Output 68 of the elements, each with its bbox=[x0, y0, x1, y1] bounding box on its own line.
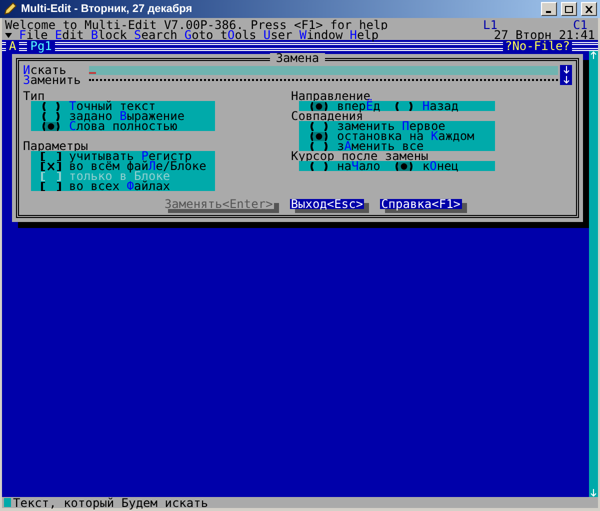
down-arrow-icon[interactable] bbox=[590, 489, 597, 497]
scroll-bar[interactable] bbox=[589, 51, 598, 497]
menu-item[interactable]: User bbox=[263, 30, 292, 40]
group-heading: Тип bbox=[23, 91, 46, 101]
field-label: Заменить bbox=[23, 75, 82, 85]
option-label: остановка на Каждом bbox=[337, 131, 474, 141]
menu-item[interactable]: Window bbox=[299, 30, 343, 40]
file-name: ?No-File? bbox=[502, 42, 572, 51]
radio-button[interactable] bbox=[41, 122, 61, 130]
line-indicator: L1 bbox=[483, 20, 498, 30]
checkbox[interactable] bbox=[41, 152, 61, 160]
radio-button[interactable] bbox=[309, 162, 329, 170]
option-label: вперЁд bbox=[337, 101, 380, 111]
column-indicator: C1 bbox=[573, 20, 588, 30]
option-label: во всех Файлах bbox=[69, 181, 170, 191]
up-arrow-icon[interactable] bbox=[590, 51, 597, 59]
maximize-button[interactable] bbox=[561, 2, 577, 16]
option-label: зАменить все bbox=[337, 141, 424, 151]
radio-button[interactable] bbox=[309, 142, 329, 150]
field-label: Искать bbox=[23, 65, 68, 75]
history-button[interactable] bbox=[560, 75, 572, 85]
page-indicator: Pg1 bbox=[27, 42, 55, 51]
option-label: кОнец bbox=[422, 161, 459, 171]
radio-button[interactable] bbox=[41, 112, 61, 120]
option-label: Слова полностью bbox=[69, 121, 178, 131]
option-label: заменить Первое bbox=[337, 121, 446, 131]
status-text: Текст, который Будем искать bbox=[13, 498, 208, 508]
minimize-button[interactable] bbox=[541, 2, 557, 16]
menu-item[interactable]: File bbox=[19, 30, 48, 40]
option-label: только в Блоке bbox=[69, 171, 170, 181]
window-title: Multi-Edit - Вторник, 27 декабря bbox=[21, 2, 194, 16]
dialog-title: Замена bbox=[270, 53, 326, 63]
option-label: во всём файЛе/Блоке bbox=[69, 161, 206, 171]
menu-item[interactable]: Help bbox=[350, 30, 379, 40]
checkbox[interactable] bbox=[41, 182, 61, 190]
group-heading: Направление bbox=[291, 91, 370, 101]
close-icon bbox=[585, 6, 593, 12]
checkbox[interactable] bbox=[41, 162, 61, 170]
pencil-icon bbox=[3, 2, 17, 16]
option-label: Назад bbox=[422, 101, 459, 111]
radio-button[interactable] bbox=[309, 102, 329, 110]
radio-button[interactable] bbox=[394, 162, 414, 170]
history-button[interactable] bbox=[560, 65, 572, 75]
welcome-text: Welcome to Multi-Edit V7.00P-386. Press <F1> for help bbox=[5, 20, 388, 30]
option-label: наЧало bbox=[337, 161, 380, 171]
menu-item[interactable]: Block bbox=[90, 30, 127, 40]
maximize-icon bbox=[565, 6, 573, 12]
radio-button[interactable] bbox=[41, 102, 61, 110]
close-button[interactable] bbox=[581, 2, 597, 16]
radio-button[interactable] bbox=[309, 122, 329, 130]
status-marker bbox=[4, 498, 11, 507]
option-label: задано Выражение bbox=[69, 111, 185, 121]
radio-button[interactable] bbox=[394, 102, 414, 110]
group-heading: Параметры bbox=[23, 141, 90, 151]
menu-icon[interactable] bbox=[5, 32, 12, 38]
option-label: Точный текст bbox=[69, 101, 156, 111]
menu-item[interactable]: tOols bbox=[220, 30, 256, 40]
menu-item[interactable]: Goto bbox=[184, 30, 214, 40]
option-label: учитывать Регистр bbox=[69, 151, 192, 161]
radio-button[interactable] bbox=[309, 132, 329, 140]
menu-item[interactable]: Edit bbox=[54, 30, 84, 40]
search-field[interactable] bbox=[89, 66, 558, 74]
down-arrow-icon bbox=[562, 66, 570, 74]
group-heading: Совпадения bbox=[291, 111, 364, 121]
window-letter: A bbox=[6, 42, 20, 51]
clock: 27 Вторн 21:41 bbox=[494, 30, 595, 40]
menu-item[interactable]: Search bbox=[134, 30, 178, 40]
down-arrow-icon bbox=[562, 76, 570, 84]
